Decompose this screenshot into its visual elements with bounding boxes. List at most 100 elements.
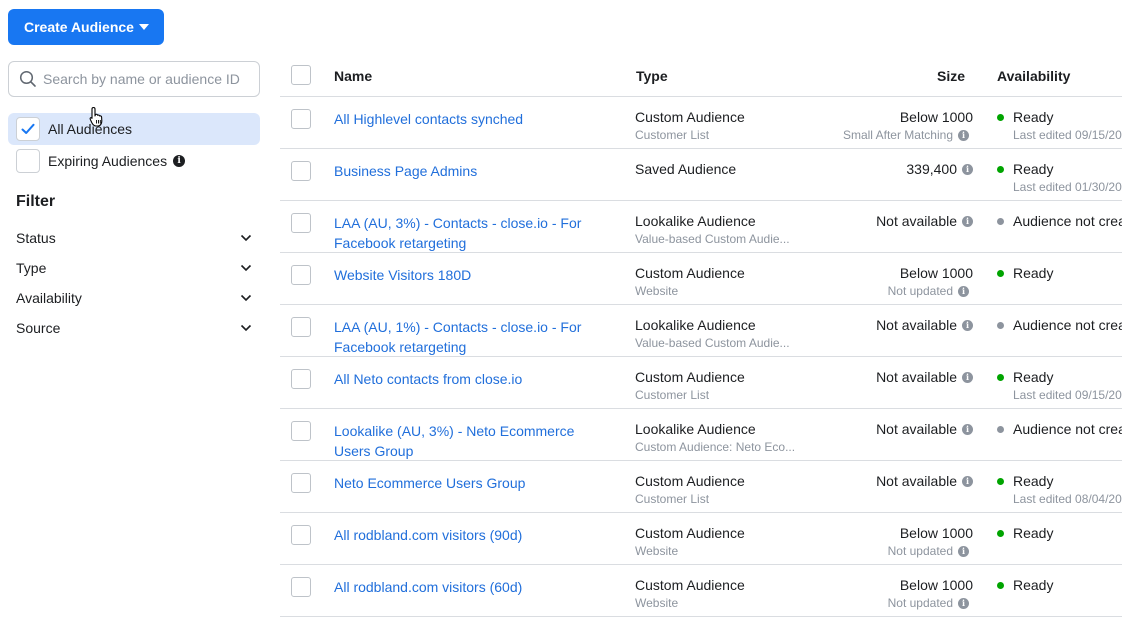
status-dot-icon — [997, 373, 1004, 381]
table-row[interactable]: All rodbland.com visitors (60d) Custom Au… — [280, 565, 1122, 617]
audience-size: Not available i — [876, 369, 973, 385]
status-dot-icon — [997, 477, 1004, 485]
audience-name-link[interactable]: All rodbland.com visitors (60d) — [334, 577, 614, 597]
audience-name-link[interactable]: LAA (AU, 1%) - Contacts - close.io - For… — [334, 317, 614, 357]
audience-size-note-text: Small After Matching — [842, 128, 953, 142]
audience-subtype: Website — [635, 596, 679, 610]
filter-type-label: Type — [16, 260, 47, 276]
audience-subtype: Website — [635, 284, 679, 298]
all-audiences-checkbox[interactable] — [16, 117, 40, 141]
filter-source[interactable]: Source — [16, 313, 252, 343]
availability-status: Ready — [997, 265, 1053, 281]
last-edited: Last edited 01/30/20 — [1013, 180, 1122, 194]
availability-status: Ready — [997, 109, 1053, 125]
filter-type[interactable]: Type — [16, 253, 252, 283]
availability-status-text: Ready — [1013, 369, 1054, 385]
audience-name-link[interactable]: Website Visitors 180D — [334, 265, 614, 285]
audience-name-link[interactable]: All Highlevel contacts synched — [334, 109, 614, 129]
filter-availability[interactable]: Availability — [16, 283, 252, 313]
audience-size: Not available i — [876, 473, 973, 489]
row-checkbox[interactable] — [291, 109, 311, 129]
audience-type: Custom Audience — [635, 265, 745, 281]
audience-name-link[interactable]: All rodbland.com visitors (90d) — [334, 525, 614, 545]
row-checkbox[interactable] — [291, 213, 311, 233]
audience-size: Below 1000 — [900, 525, 973, 541]
info-icon[interactable]: i — [962, 163, 973, 175]
audience-name-link[interactable]: All Neto contacts from close.io — [334, 369, 614, 389]
availability-status: Ready — [997, 369, 1053, 385]
row-checkbox[interactable] — [291, 265, 311, 285]
audience-type: Lookalike Audience — [635, 421, 756, 437]
row-checkbox[interactable] — [291, 161, 311, 181]
table-row[interactable]: All rodbland.com visitors (90d) Custom Au… — [280, 513, 1122, 565]
chevron-down-icon — [240, 234, 252, 242]
chevron-down-icon — [240, 294, 252, 302]
table-row[interactable]: All Neto contacts from close.io Custom Au… — [280, 357, 1122, 409]
search-icon — [19, 70, 36, 87]
row-checkbox[interactable] — [291, 317, 311, 337]
create-audience-label: Create Audience — [24, 19, 134, 35]
availability-status: Ready — [997, 577, 1053, 593]
status-dot-icon — [997, 165, 1004, 173]
availability-status: Ready — [997, 525, 1053, 541]
last-edited: Last edited 08/04/20 — [1013, 492, 1122, 506]
info-icon[interactable]: i — [962, 215, 973, 227]
column-header-availability[interactable]: Availability — [997, 68, 1070, 84]
caret-down-icon[interactable] — [139, 24, 149, 30]
column-header-size[interactable]: Size — [937, 68, 965, 84]
table-row[interactable]: LAA (AU, 1%) - Contacts - close.io - For… — [280, 305, 1122, 357]
expiring-audiences-checkbox[interactable] — [16, 149, 40, 173]
info-icon[interactable]: i — [173, 155, 186, 167]
info-icon[interactable]: i — [962, 319, 973, 331]
audience-size: Below 1000 — [900, 577, 973, 593]
create-audience-button[interactable]: Create Audience — [8, 9, 164, 45]
table-row[interactable]: LAA (AU, 3%) - Contacts - close.io - For… — [280, 201, 1122, 253]
info-icon[interactable]: i — [958, 285, 969, 297]
row-checkbox[interactable] — [291, 577, 311, 597]
audience-size-note: Not updated i — [888, 544, 969, 558]
sidebar-item-expiring-audiences[interactable]: Expiring Audiences i — [8, 145, 260, 177]
audience-name-link[interactable]: LAA (AU, 3%) - Contacts - close.io - For… — [334, 213, 614, 253]
sidebar-item-all-audiences[interactable]: All Audiences — [8, 113, 260, 145]
table-row[interactable]: Business Page Admins Saved Audience 339,40… — [280, 149, 1122, 201]
info-icon[interactable]: i — [958, 545, 969, 557]
availability-status-text: Ready — [1013, 265, 1054, 281]
info-icon[interactable]: i — [962, 423, 973, 435]
table-row[interactable]: All Highlevel contacts synched Custom Aud… — [280, 97, 1122, 149]
audience-size-value: Not available — [876, 473, 957, 489]
audience-type: Lookalike Audience — [635, 317, 756, 333]
audience-size: Not available i — [876, 317, 973, 333]
audience-size-note: Not updated i — [888, 284, 969, 298]
audience-size-value: Below 1000 — [899, 577, 973, 593]
audience-size: Below 1000 — [900, 109, 973, 125]
audience-size-value: 339,400 — [906, 161, 957, 177]
audience-table: Name Type Size Availability All Highleve… — [280, 55, 1122, 617]
column-header-type[interactable]: Type — [636, 68, 668, 84]
audience-name-link[interactable]: Lookalike (AU, 3%) - Neto Ecommerce User… — [334, 421, 614, 461]
audience-type: Custom Audience — [635, 473, 745, 489]
row-checkbox[interactable] — [291, 525, 311, 545]
table-row[interactable]: Website Visitors 180D Custom Audience Webs… — [280, 253, 1122, 305]
availability-status-text: Ready — [1013, 109, 1054, 125]
audience-name-link[interactable]: Neto Ecommerce Users Group — [334, 473, 614, 493]
search-box[interactable] — [8, 61, 260, 97]
audience-name-link[interactable]: Business Page Admins — [334, 161, 614, 181]
audience-size-value: Not available — [876, 317, 957, 333]
audience-size: Not available i — [876, 421, 973, 437]
row-checkbox[interactable] — [291, 473, 311, 493]
info-icon[interactable]: i — [958, 597, 969, 609]
row-checkbox[interactable] — [291, 369, 311, 389]
row-checkbox[interactable] — [291, 421, 311, 441]
search-input[interactable] — [43, 71, 253, 87]
table-row[interactable]: Neto Ecommerce Users Group Custom Audienc… — [280, 461, 1122, 513]
info-icon[interactable]: i — [958, 129, 969, 141]
select-all-checkbox[interactable] — [291, 65, 311, 85]
availability-status-text: Audience not crea — [1013, 213, 1122, 229]
info-icon[interactable]: i — [962, 475, 973, 487]
filter-status[interactable]: Status — [16, 223, 252, 253]
audience-size-note: Not updated i — [888, 596, 969, 610]
audience-subtype: Customer List — [635, 388, 710, 402]
table-row[interactable]: Lookalike (AU, 3%) - Neto Ecommerce User… — [280, 409, 1122, 461]
info-icon[interactable]: i — [962, 371, 973, 383]
column-header-name[interactable]: Name — [334, 68, 372, 84]
